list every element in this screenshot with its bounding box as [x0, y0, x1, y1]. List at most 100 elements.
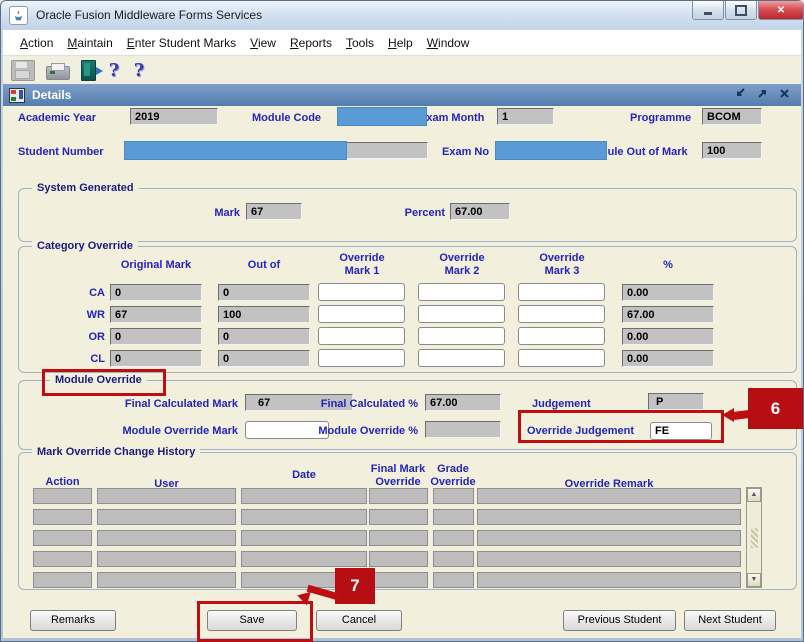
module-code-field[interactable] — [337, 107, 427, 126]
exam-no-field[interactable] — [495, 141, 607, 160]
form-icon — [9, 88, 25, 103]
close-button[interactable]: ✕ — [758, 1, 804, 20]
history-cell — [97, 530, 236, 546]
history-cell — [33, 572, 92, 588]
annotation-box-save — [197, 601, 313, 642]
exam-month-label: Exam Month — [419, 112, 484, 124]
history-cell — [477, 572, 741, 588]
col-override-mark-3: Override Mark 3 — [532, 252, 592, 278]
scroll-up-button[interactable]: ▲ — [747, 488, 761, 502]
history-cell — [433, 551, 474, 567]
menu-help[interactable]: Help — [381, 33, 420, 53]
or-override-2-input[interactable] — [418, 327, 505, 345]
history-cell — [477, 551, 741, 567]
cancel-button[interactable]: Cancel — [316, 610, 402, 631]
scrollbar-grip[interactable] — [751, 528, 758, 548]
history-cell — [477, 488, 741, 504]
save-icon[interactable] — [11, 60, 35, 81]
minimize-icon — [704, 12, 712, 15]
cl-override-2-input[interactable] — [418, 349, 505, 367]
wr-override-2-input[interactable] — [418, 305, 505, 323]
row-label-ca: CA — [60, 287, 105, 299]
col-pct: % — [622, 259, 714, 272]
minimize-button[interactable] — [692, 1, 724, 20]
history-cell — [241, 488, 367, 504]
ca-out-of: 0 — [218, 284, 310, 301]
or-pct: 0.00 — [622, 328, 714, 345]
col-grade-override: Grade Override — [428, 463, 478, 489]
percent-field: 67.00 — [450, 203, 510, 220]
col-override-mark-2: Override Mark 2 — [432, 252, 492, 278]
next-student-button[interactable]: Next Student — [684, 610, 776, 631]
print-icon[interactable] — [46, 66, 70, 80]
ca-original: 0 — [110, 284, 202, 301]
exit-icon[interactable] — [81, 60, 96, 81]
mdi-close-icon[interactable] — [778, 87, 791, 100]
or-override-3-input[interactable] — [518, 327, 605, 345]
annotation-badge-6: 6 — [748, 388, 803, 429]
percent-label: Percent — [385, 207, 445, 219]
history-cell — [97, 551, 236, 567]
previous-student-button[interactable]: Previous Student — [563, 610, 676, 631]
exam-no-label: Exam No — [442, 146, 489, 158]
academic-year-label: Academic Year — [18, 112, 96, 124]
history-cell — [33, 530, 92, 546]
system-generated-legend: System Generated — [32, 182, 139, 194]
app-window: Oracle Fusion Middleware Forms Services … — [0, 0, 804, 642]
academic-year-field: 2019 — [130, 108, 218, 125]
mark-label: Mark — [180, 207, 240, 219]
final-calculated-pct-field: 67.00 — [425, 394, 501, 411]
annotation-badge-7: 7 — [335, 568, 375, 604]
ca-override-2-input[interactable] — [418, 283, 505, 301]
history-cell — [433, 509, 474, 525]
history-cell — [97, 509, 236, 525]
history-cell — [433, 488, 474, 504]
category-override-legend: Category Override — [32, 240, 138, 252]
help-icon[interactable]: ? — [132, 61, 146, 80]
col-original-mark: Original Mark — [110, 259, 202, 272]
history-cell — [433, 530, 474, 546]
student-number-label: Student Number — [18, 146, 104, 158]
menu-window[interactable]: Window — [420, 33, 477, 53]
student-number-redaction — [124, 141, 347, 160]
history-cell — [433, 572, 474, 588]
row-label-or: OR — [60, 331, 105, 343]
menu-tools[interactable]: Tools — [339, 33, 381, 53]
wr-override-1-input[interactable] — [318, 305, 405, 323]
history-scrollbar[interactable]: ▲ ▼ — [746, 487, 762, 588]
ca-override-1-input[interactable] — [318, 283, 405, 301]
ca-override-3-input[interactable] — [518, 283, 605, 301]
window-title: Oracle Fusion Middleware Forms Services — [36, 8, 262, 22]
or-override-1-input[interactable] — [318, 327, 405, 345]
menu-reports[interactable]: Reports — [283, 33, 339, 53]
menu-enter-student-marks[interactable]: Enter Student Marks — [120, 33, 243, 53]
mark-field: 67 — [246, 203, 302, 220]
module-override-pct-label: Module Override % — [288, 425, 418, 437]
history-cell — [369, 572, 428, 588]
scroll-down-button[interactable]: ▼ — [747, 573, 761, 587]
remarks-button[interactable]: Remarks — [30, 610, 116, 631]
history-cell — [241, 530, 367, 546]
mdi-restore-icon[interactable] — [756, 87, 769, 100]
history-cell — [477, 530, 741, 546]
menu-view[interactable]: View — [243, 33, 283, 53]
cl-override-1-input[interactable] — [318, 349, 405, 367]
module-override-pct-field — [425, 421, 501, 438]
menu-action[interactable]: Action — [13, 33, 60, 53]
cl-pct: 0.00 — [622, 350, 714, 367]
wr-override-3-input[interactable] — [518, 305, 605, 323]
maximize-button[interactable] — [725, 1, 757, 20]
mdi-minimize-icon[interactable] — [734, 87, 747, 100]
row-label-cl: CL — [60, 353, 105, 365]
history-cell — [241, 509, 367, 525]
help-icon[interactable]: ? — [107, 61, 121, 80]
row-label-wr: WR — [60, 309, 105, 321]
history-cell — [477, 509, 741, 525]
menu-maintain[interactable]: Maintain — [60, 33, 119, 53]
cl-override-3-input[interactable] — [518, 349, 605, 367]
menu-bar: Action Maintain Enter Student Marks View… — [3, 30, 801, 56]
final-calculated-mark-label: Final Calculated Mark — [98, 398, 238, 410]
history-cell — [369, 530, 428, 546]
module-out-of-mark-field: 100 — [702, 142, 762, 159]
history-cell — [369, 509, 428, 525]
